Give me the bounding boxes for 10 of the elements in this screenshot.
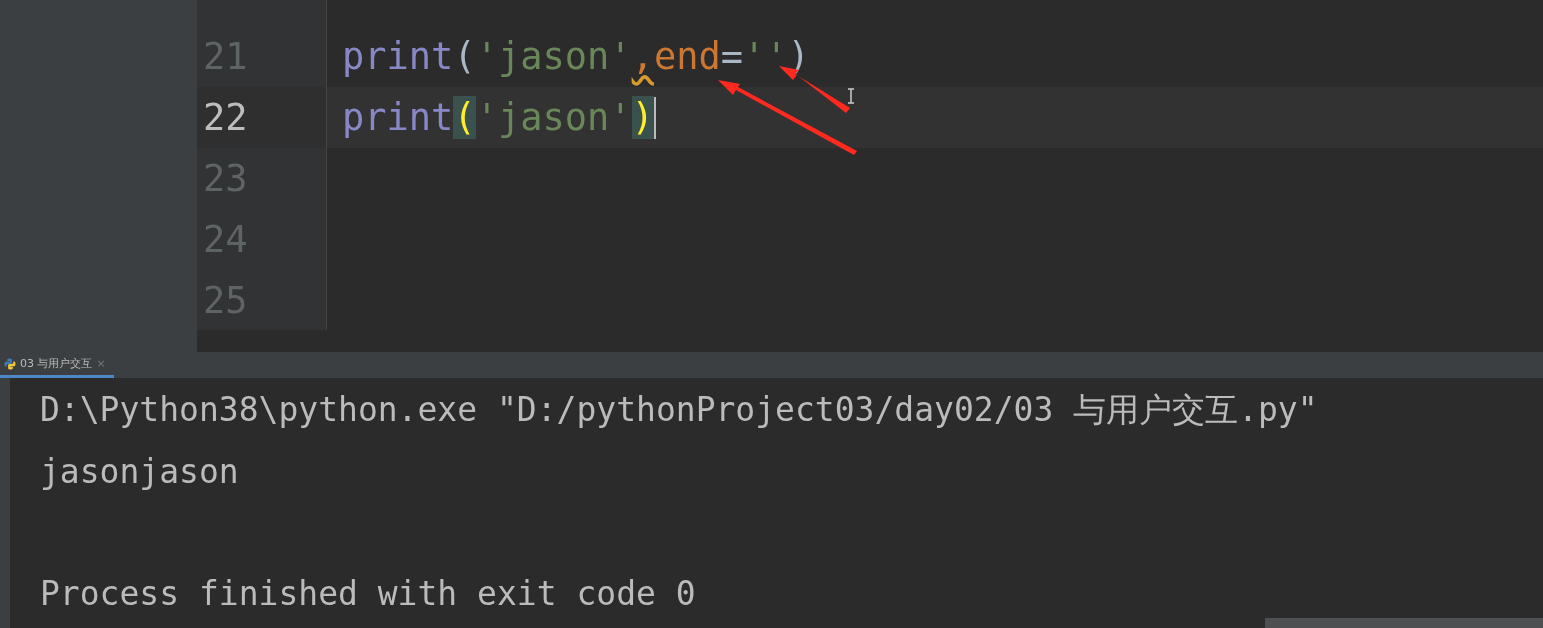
console-output-line: Process finished with exit code 0 [40, 574, 696, 613]
console-output-line: D:\Python38\python.exe "D:/pythonProject03/day02/03 与用户交互.py" [40, 389, 1318, 431]
run-tab[interactable]: 03 与用户交互 × [0, 352, 114, 378]
text-caret [653, 96, 656, 139]
console-output-line: jasonjason [40, 452, 239, 491]
line-number: 22 [197, 87, 326, 148]
code-line: print('jason') [342, 96, 654, 139]
python-icon [4, 357, 16, 370]
scrollbar[interactable] [1265, 618, 1543, 628]
text-cursor-icon [847, 88, 855, 104]
